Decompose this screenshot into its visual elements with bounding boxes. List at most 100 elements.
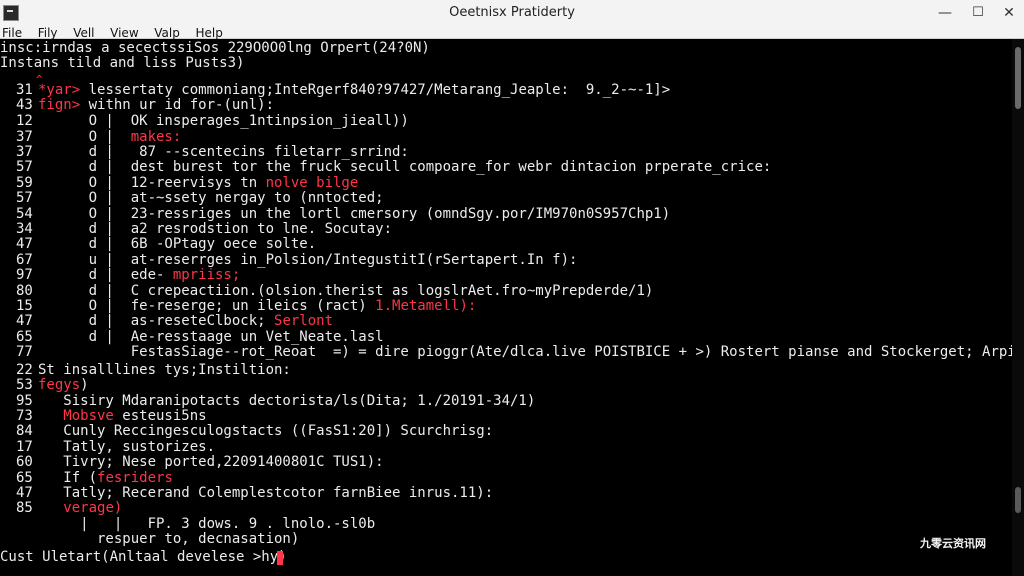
line-number: 60 (16, 454, 33, 471)
line-text: d | 6B -OPtagy oece solte. (38, 236, 317, 253)
line-body: Sisiry Mdaranipotacts dectorista/ls(Dita… (38, 392, 536, 409)
line-number: 97 (16, 267, 33, 284)
window-title: Oeetnisx Pratiderty (449, 5, 575, 20)
terminal-window: Oeetnisx Pratiderty — ☐ ✕ File Fily Vell… (0, 0, 1024, 576)
text-cursor (277, 550, 283, 565)
line-number: 95 (16, 392, 33, 409)
line-body: ) (80, 377, 89, 394)
line-body: O | (38, 128, 131, 145)
line-number: 22 (16, 361, 33, 378)
line-body: withn ur id for-(unl): (80, 96, 275, 113)
line-prefix-highlight: Mobsve (38, 408, 114, 425)
line-body: Tatly, sustorizes. (38, 438, 216, 455)
line-number: 54 (16, 205, 33, 222)
line-body: lessertaty commoniang;InteRgerf840?97427… (80, 81, 671, 98)
line-body: d | 87 --scentecins filetarr_srrind: (38, 143, 409, 160)
line-highlight: 1.Metamell): (375, 297, 477, 314)
line-text: Sisiry Mdaranipotacts dectorista/ls(Dita… (38, 392, 536, 409)
line-number: 65 (16, 469, 33, 486)
line-text: Tatly; Recerand Colemplestcotor farnBiee… (38, 486, 493, 501)
line-body: d | 6B -OPtagy oece solte. (38, 236, 317, 253)
line-body: Cunly Reccingesculogstacts ((FasS1:20]) … (38, 423, 494, 440)
line-body: | | FP. 3 dows. 9 . lnolo.-sl0b (38, 515, 376, 532)
line-body: If ( (38, 469, 98, 486)
line-number: 34 (16, 220, 33, 237)
scrollbar-thumb[interactable] (1015, 47, 1021, 109)
command-prompt: Cust Uletart(Anltaal develese >hy) (0, 548, 287, 565)
line-highlight: mpriiss; (172, 267, 241, 284)
line-text: d | dest burest tor the fruck secull com… (38, 159, 772, 176)
line-number: 37 (16, 143, 33, 160)
line-number: 59 (16, 174, 33, 191)
line-text: *yar> lessertaty commoniang;InteRgerf840… (38, 81, 671, 98)
line-number: 84 (16, 423, 33, 440)
line-body: insalllines tys;Instiltion: (54, 361, 291, 378)
line-highlight: fesriders (97, 469, 173, 486)
line-body: respuer to, decnasation) (38, 531, 300, 548)
line-body: O | 23-ressriges un the lortl cmersory (… (38, 205, 671, 222)
line-text: respuer to, decnasation) (38, 532, 299, 547)
line-text: O | OK insperages_1ntinpsion_jieall)) (38, 114, 409, 129)
line-body: esteusi5ns (113, 408, 207, 425)
line-body: d | a2 resrodstion to lne. Socutay: (38, 220, 393, 237)
line-number: 31 (16, 81, 33, 98)
line-number: 53 (16, 377, 33, 394)
line-body: O | 12-reervisys tn (38, 174, 266, 191)
line-highlight: makes: (130, 128, 182, 145)
line-text: Tatly, sustorizes. (38, 438, 216, 455)
line-number: 15 (16, 297, 33, 314)
line-text: O | 23-ressriges un the lortl cmersory (… (38, 205, 671, 222)
watermark-logo: 九零云资讯网 (920, 537, 986, 550)
prompt-text: Cust Uletart(Anltaal develese >hy) (0, 548, 287, 565)
line-text: FestasSiage--rot_Reoat =) = dire pioggr(… (38, 345, 1012, 360)
line-text: d | as-reseteClbock; Serlont (38, 314, 333, 329)
line-number: 12 (16, 113, 33, 130)
line-body: d | C crepeactiion.(olsion.therist as lo… (38, 282, 654, 299)
line-text: d | Ae-resstaage un Vet_Neate.lasl (38, 328, 384, 345)
line-text: O | 12-reervisys tn nolve bilge (38, 174, 359, 191)
line-number: 47 (16, 485, 33, 502)
line-text: d | ede- mpriiss; (38, 267, 241, 284)
line-number: 80 (16, 282, 33, 299)
line-highlight: verage) (63, 500, 123, 517)
line-text: Cunly Reccingesculogstacts ((FasS1:20]) … (38, 424, 493, 439)
line-text: fegys) (38, 378, 89, 393)
line-prefix: St (38, 361, 55, 378)
line-prefix: *yar> (38, 81, 81, 98)
line-text: d | a2 resrodstion to lne. Socutay: (38, 220, 393, 237)
line-body: d | ede- (38, 267, 173, 284)
line-highlight: Serlont (274, 313, 334, 330)
terminal-header-line: insc:irndas a secectssiSos 229O0O0lng Or… (0, 40, 430, 56)
line-body: d | Ae-resstaage un Vet_Neate.lasl (38, 328, 384, 345)
line-text: Tivry; Nese ported,22091400801C TUS1): (38, 454, 384, 471)
line-number: 37 (16, 128, 33, 145)
line-text: O | at-~ssety nergay to (nntocted; (38, 191, 384, 206)
line-body: O | OK insperages_1ntinpsion_jieall)) (38, 113, 409, 130)
line-text: u | at-reserrges in_Polsion/IntegustitI(… (38, 251, 578, 268)
terminal-header-line: Instans tild and liss Pusts3) (0, 55, 245, 72)
line-number: 73 (16, 408, 33, 425)
line-text: O | makes: (38, 128, 182, 145)
line-number: 85 (16, 500, 33, 517)
line-number: 17 (16, 438, 33, 455)
line-prefix-highlight: fegys (38, 377, 81, 394)
line-number: 47 (16, 313, 33, 330)
line-body: Tivry; Nese ported,22091400801C TUS1): (38, 454, 384, 471)
line-number: 57 (16, 190, 33, 207)
scrollbar-thumb-lower[interactable] (1015, 487, 1021, 513)
line-body: Tatly; Recerand Colemplestcotor farnBiee… (38, 485, 494, 502)
line-body: u | at-reserrges in_Polsion/IntegustitI(… (38, 251, 578, 268)
line-body: d | dest burest tor the fruck secull com… (38, 159, 772, 176)
line-number: 67 (16, 251, 33, 268)
line-text: d | C crepeactiion.(olsion.therist as lo… (38, 282, 654, 299)
line-highlight: nolve bilge (265, 174, 359, 191)
line-number: 43 (16, 96, 33, 113)
line-body: O | fe-reserge; un ileics (ract) (38, 297, 376, 314)
line-number: 57 (16, 159, 33, 176)
line-text: If (fesriders (38, 469, 173, 486)
line-body: d | as-reseteClbock; (38, 313, 275, 330)
vertical-scrollbar[interactable] (1012, 39, 1024, 576)
line-number: 47 (16, 236, 33, 253)
terminal-output[interactable]: insc:irndas a secectssiSos 229O0O0lng Or… (0, 39, 1012, 576)
line-text: d | 87 --scentecins filetarr_srrind: (38, 143, 409, 160)
